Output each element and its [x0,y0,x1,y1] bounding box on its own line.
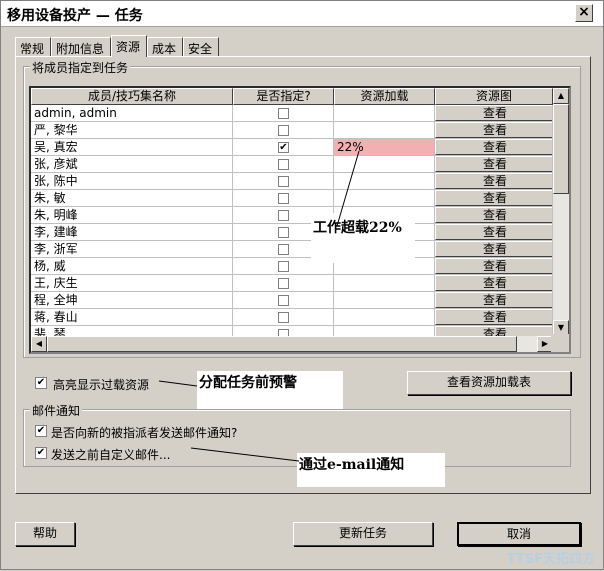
arrow-overload [336,150,360,227]
arrow-warn [158,380,198,387]
help-button[interactable]: 帮助 [15,522,75,546]
arrow-email [190,447,300,462]
cancel-button[interactable]: 取消 [457,522,581,546]
annotation-arrows [158,150,360,462]
watermark-logo: TTSF天拓四方 [506,552,595,567]
tab-resources[interactable]: 资源 [111,35,147,57]
update-task-button[interactable]: 更新任务 [293,522,433,546]
task-dialog: 移用设备投产 — 任务 × 常规 附加信息 资源 成本 安全 将成员指定到任务 … [0,0,604,570]
